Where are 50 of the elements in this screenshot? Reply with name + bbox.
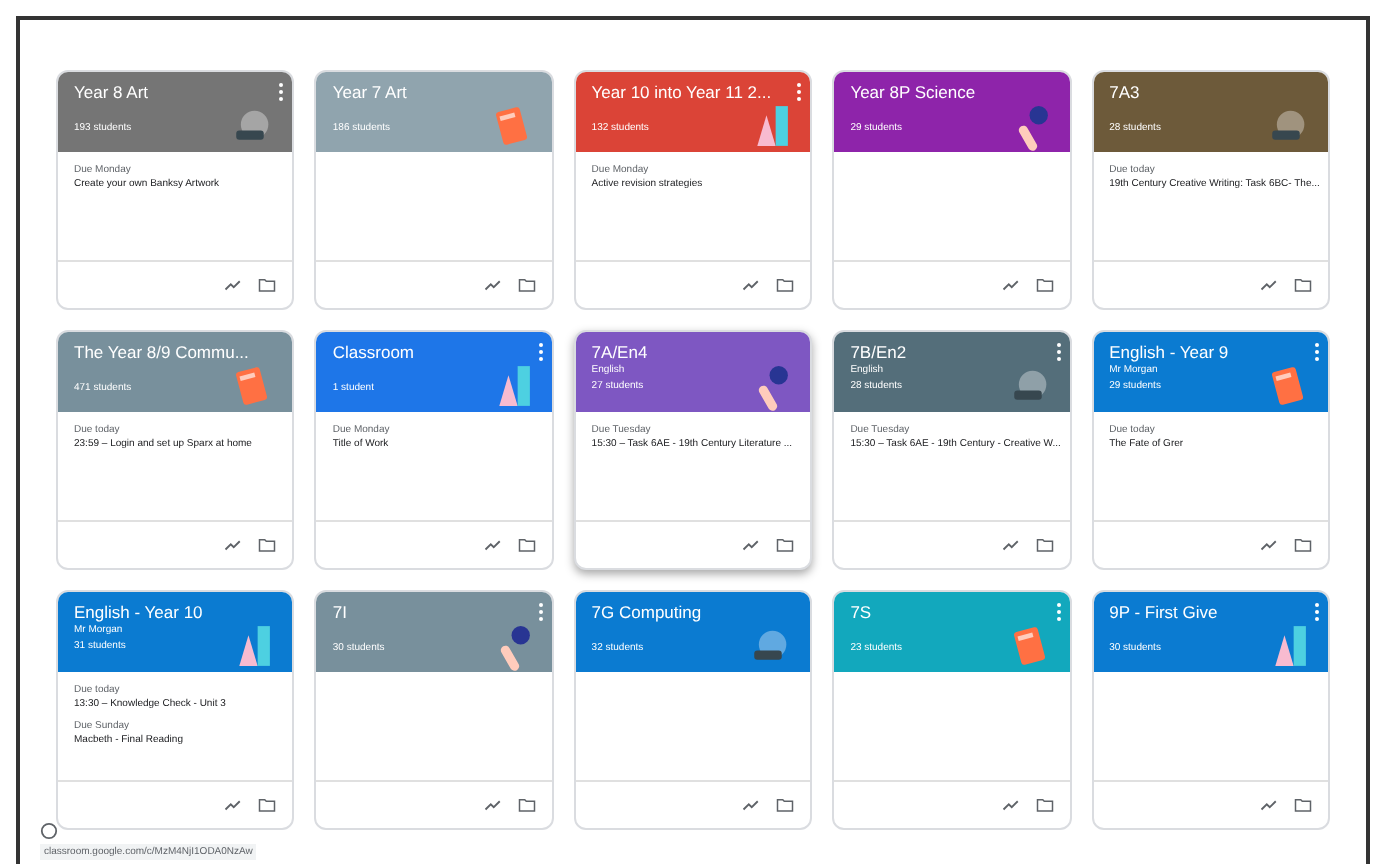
trending-icon[interactable] bbox=[224, 796, 243, 814]
trending-icon[interactable] bbox=[483, 276, 502, 294]
trending-icon[interactable] bbox=[1260, 796, 1278, 814]
folder-icon[interactable] bbox=[517, 796, 536, 814]
class-title[interactable]: Year 8P Science bbox=[850, 82, 976, 104]
folder-icon[interactable] bbox=[776, 536, 795, 554]
trending-icon[interactable] bbox=[483, 536, 502, 554]
folder-icon[interactable] bbox=[258, 276, 277, 294]
trending-icon[interactable] bbox=[742, 536, 761, 554]
more-icon[interactable] bbox=[537, 602, 544, 622]
more-icon[interactable] bbox=[796, 82, 803, 102]
help-icon[interactable] bbox=[40, 822, 58, 840]
folder-icon[interactable] bbox=[1035, 276, 1054, 294]
class-title[interactable]: 7B/En2 bbox=[850, 342, 907, 364]
class-title[interactable]: Year 10 into Year 11 2... bbox=[591, 82, 772, 104]
trending-icon[interactable] bbox=[224, 276, 243, 294]
class-title[interactable]: English - Year 10 bbox=[74, 602, 203, 624]
class-title[interactable]: 9P - First Give bbox=[1109, 602, 1218, 624]
class-title[interactable]: 7A3 bbox=[1109, 82, 1140, 104]
folder-icon[interactable] bbox=[517, 536, 536, 554]
folder-icon[interactable] bbox=[1294, 276, 1312, 294]
more-icon[interactable] bbox=[278, 82, 285, 102]
class-title[interactable]: Year 8 Art bbox=[74, 82, 149, 104]
folder-icon[interactable] bbox=[258, 796, 277, 814]
class-title[interactable]: 7A/En4 bbox=[591, 342, 648, 364]
more-icon[interactable] bbox=[1055, 342, 1062, 362]
trending-icon[interactable] bbox=[1001, 276, 1020, 294]
more-icon[interactable] bbox=[537, 342, 544, 362]
folder-icon[interactable] bbox=[1035, 796, 1054, 814]
trending-icon[interactable] bbox=[1001, 796, 1020, 814]
folder-icon[interactable] bbox=[258, 536, 277, 554]
folder-icon[interactable] bbox=[1294, 536, 1312, 554]
trending-icon[interactable] bbox=[742, 276, 761, 294]
trending-icon[interactable] bbox=[1001, 536, 1020, 554]
folder-icon[interactable] bbox=[1035, 536, 1054, 554]
folder-icon[interactable] bbox=[776, 796, 795, 814]
trending-icon[interactable] bbox=[1260, 536, 1278, 554]
more-icon[interactable] bbox=[1314, 602, 1320, 622]
trending-icon[interactable] bbox=[483, 796, 502, 814]
more-icon[interactable] bbox=[1314, 342, 1320, 362]
class-title[interactable]: 7G Computing bbox=[591, 602, 702, 624]
trending-icon[interactable] bbox=[742, 796, 761, 814]
folder-icon[interactable] bbox=[1294, 796, 1312, 814]
folder-icon[interactable] bbox=[517, 276, 536, 294]
class-title[interactable]: Classroom bbox=[332, 342, 415, 364]
class-title[interactable]: English - Year 9 bbox=[1109, 342, 1229, 364]
trending-icon[interactable] bbox=[1260, 276, 1278, 294]
trending-icon[interactable] bbox=[224, 536, 243, 554]
folder-icon[interactable] bbox=[776, 276, 795, 294]
more-icon[interactable] bbox=[1055, 602, 1062, 622]
